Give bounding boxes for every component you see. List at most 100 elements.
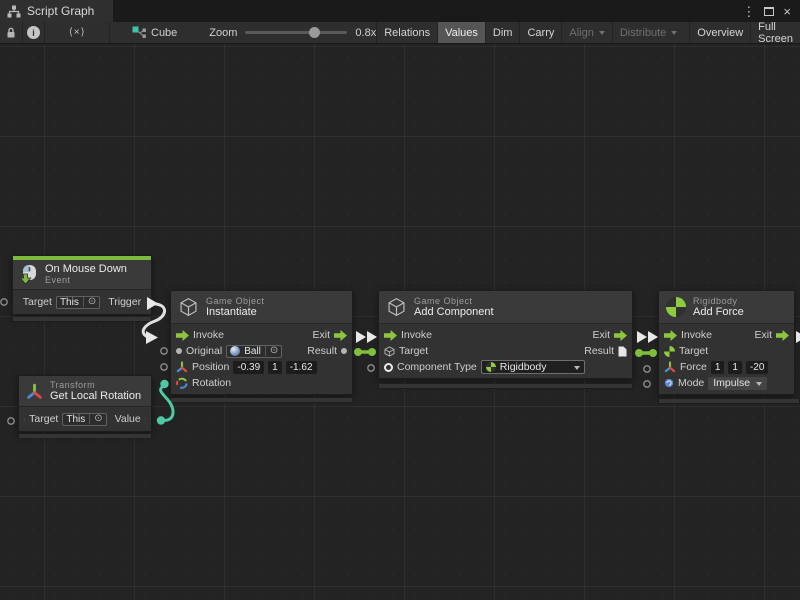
component-type-value: Rigidbody — [500, 361, 547, 373]
component-type-label: Component Type — [397, 361, 477, 373]
mode-dropdown[interactable]: Impulse — [708, 377, 767, 390]
node-footer — [378, 384, 633, 389]
mouse-down-icon — [19, 264, 38, 285]
node-type: Game Object — [414, 296, 494, 306]
code-view-button[interactable]: ⟨×⟩ — [45, 22, 110, 43]
force-port-label: Force — [680, 361, 707, 373]
toolbar: i ⟨×⟩ Cube Zoom 0.8x Relations Values Di… — [0, 22, 800, 44]
script-graph-window: Script Graph ⋮ × i ⟨×⟩ — [0, 0, 800, 600]
port-row-target: Target This ⊙ Trigger — [18, 294, 146, 310]
graph-name: Cube — [151, 27, 177, 39]
info-button[interactable]: i — [23, 22, 46, 43]
force-z-field[interactable]: -20 — [746, 361, 768, 374]
graph-reference[interactable]: Cube — [124, 22, 185, 43]
flow-arrow-icon[interactable] — [664, 330, 677, 341]
window-menu-icon[interactable]: ⋮ — [742, 5, 755, 18]
flow-arrow-icon[interactable] — [145, 297, 146, 308]
target-value-chip[interactable]: This ⊙ — [56, 296, 100, 309]
vector-icon — [664, 361, 676, 373]
rigidbody-icon — [664, 346, 675, 357]
node-add-component[interactable]: Game Object Add Component Invoke Exit Ta… — [378, 290, 633, 379]
node-on-mouse-down[interactable]: On Mouse Down Event Target This ⊙ Trigge… — [12, 255, 152, 315]
gameobject-icon — [384, 346, 395, 357]
node-type: Game Object — [206, 296, 265, 306]
type-port-icon[interactable] — [384, 363, 393, 372]
tab-script-graph[interactable]: Script Graph — [0, 0, 113, 22]
result-port-icon[interactable] — [341, 348, 347, 354]
invoke-port-label: Invoke — [193, 329, 224, 341]
port-row-target: Target — [664, 343, 789, 359]
graph-tab-icon — [7, 5, 21, 18]
close-icon[interactable]: × — [783, 5, 791, 18]
object-picker-icon[interactable]: ⊙ — [83, 297, 96, 307]
fullscreen-label: Full Screen — [758, 21, 793, 45]
target-value: This — [60, 297, 79, 308]
target-value-chip[interactable]: This ⊙ — [62, 413, 106, 426]
overview-button[interactable]: Overview — [689, 22, 750, 43]
exit-port-label: Exit — [754, 329, 772, 341]
object-picker-icon[interactable]: ⊙ — [89, 414, 102, 424]
node-footer — [12, 317, 152, 322]
force-y-field[interactable]: 1 — [728, 361, 742, 374]
fullscreen-button[interactable]: Full Screen — [750, 22, 800, 43]
node-header: On Mouse Down Event — [13, 260, 151, 289]
ball-prefab-icon — [230, 346, 240, 356]
flow-arrow-icon[interactable] — [334, 330, 347, 341]
invoke-port-label: Invoke — [401, 329, 432, 341]
target-value: This — [66, 414, 85, 425]
transform-icon — [26, 383, 43, 400]
flow-arrow-icon[interactable] — [384, 330, 397, 341]
node-title: Get Local Rotation — [50, 390, 141, 402]
position-z-field[interactable]: -1.62 — [286, 361, 317, 374]
port-row-target: Target Result — [384, 343, 627, 359]
node-instantiate[interactable]: Game Object Instantiate Invoke Exit Orig… — [170, 290, 353, 395]
node-title: Instantiate — [206, 306, 265, 318]
flow-arrow-icon[interactable] — [776, 330, 789, 341]
position-x-field[interactable]: -0.39 — [233, 361, 264, 374]
result-port-label: Result — [584, 345, 614, 357]
node-get-local-rotation[interactable]: Transform Get Local Rotation Target This… — [18, 375, 152, 432]
titlebar: Script Graph ⋮ × — [0, 0, 800, 22]
lock-button[interactable] — [0, 22, 23, 43]
rigidbody-icon — [486, 362, 496, 372]
zoom-control: Zoom 0.8x — [209, 22, 376, 43]
zoom-slider[interactable] — [245, 31, 347, 34]
invoke-port-label: Invoke — [681, 329, 712, 341]
original-value-chip[interactable]: Ball ⊙ — [226, 345, 282, 358]
object-port-icon[interactable] — [176, 348, 182, 354]
carry-label: Carry — [527, 27, 554, 39]
node-body: Invoke Exit Original Ball ⊙ Result — [171, 323, 352, 394]
zoom-slider-handle[interactable] — [309, 27, 320, 38]
node-body: Invoke Exit Target Force 1 1 -20 — [659, 323, 794, 394]
distribute-button: Distribute — [612, 22, 684, 43]
mode-port-label: Mode — [678, 377, 704, 389]
values-button[interactable]: Values — [437, 22, 485, 43]
transform-icon — [24, 414, 25, 425]
values-label: Values — [445, 27, 478, 39]
node-title: Add Force — [693, 306, 744, 318]
flow-arrow-icon[interactable] — [614, 330, 627, 341]
original-port-label: Original — [186, 345, 222, 357]
node-add-force[interactable]: Rigidbody Add Force Invoke Exit Target — [658, 290, 795, 395]
object-picker-icon[interactable]: ⊙ — [265, 346, 278, 356]
relations-button[interactable]: Relations — [376, 22, 437, 43]
port-row-target: Target This ⊙ Value — [24, 411, 146, 427]
rotation-icon — [145, 413, 146, 425]
enum-icon — [664, 378, 674, 388]
port-row-invoke: Invoke Exit — [176, 327, 347, 343]
dim-button[interactable]: Dim — [485, 22, 520, 43]
exit-port-label: Exit — [592, 329, 610, 341]
port-row-invoke: Invoke Exit — [664, 327, 789, 343]
force-x-field[interactable]: 1 — [711, 361, 725, 374]
trigger-port-label: Trigger — [108, 296, 141, 308]
result-port-label: Result — [307, 345, 337, 357]
component-type-dropdown[interactable]: Rigidbody — [481, 360, 585, 374]
lock-icon — [5, 26, 17, 40]
position-y-field[interactable]: 1 — [268, 361, 282, 374]
maximize-icon[interactable] — [764, 7, 774, 16]
flow-arrow-icon[interactable] — [176, 330, 189, 341]
port-row-original: Original Ball ⊙ Result — [176, 343, 347, 359]
node-subtitle: Event — [45, 275, 127, 285]
tab-label: Script Graph — [27, 4, 94, 18]
carry-button[interactable]: Carry — [519, 22, 561, 43]
